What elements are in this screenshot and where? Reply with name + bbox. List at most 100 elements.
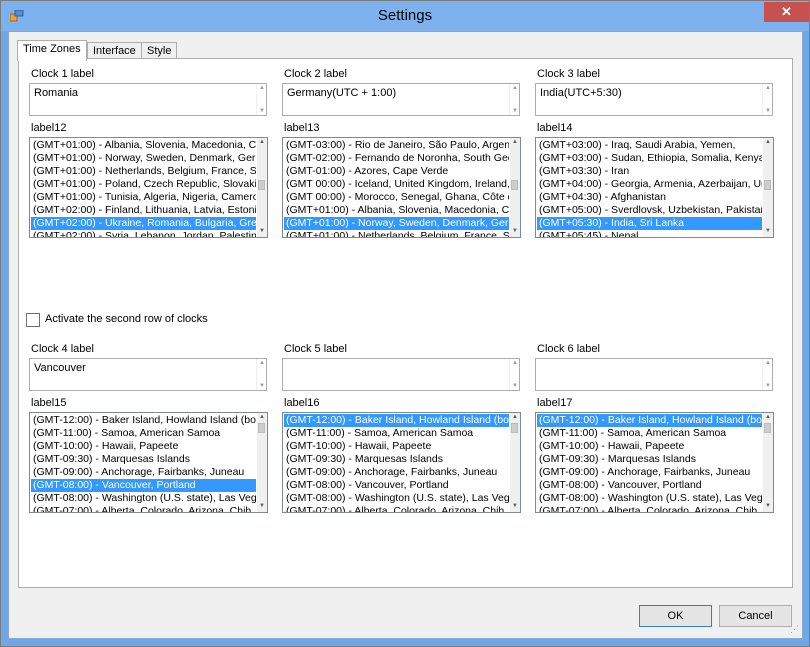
scroll-thumb[interactable]: [764, 180, 771, 190]
scroll-down-icon[interactable]: ▼: [512, 383, 518, 389]
timezone-list-item[interactable]: (GMT+03:00) - Iraq, Saudi Arabia, Yemen,: [537, 139, 762, 152]
timezone-list-item[interactable]: (GMT-10:00) - Hawaii, Papeete: [284, 440, 509, 453]
timezone-list-item[interactable]: (GMT-09:00) - Anchorage, Fairbanks, June…: [284, 466, 509, 479]
timezone-list-item[interactable]: (GMT+01:00) - Netherlands, Belgium, Fran…: [31, 165, 256, 178]
timezone-list-item[interactable]: (GMT+01:00) - Tunisia, Algeria, Nigeria,…: [31, 191, 256, 204]
textbox-scrollbar[interactable]: ▲ ▼: [509, 84, 519, 115]
title-bar[interactable]: Settings ✕: [1, 1, 809, 31]
clock-5-textbox[interactable]: ▲ ▼: [282, 358, 520, 391]
scroll-up-icon[interactable]: ▲: [511, 139, 519, 147]
scroll-down-icon[interactable]: ▼: [511, 228, 519, 236]
scroll-down-icon[interactable]: ▼: [511, 503, 519, 511]
scroll-down-icon[interactable]: ▼: [259, 383, 265, 389]
list-scrollbar[interactable]: ▲ ▼: [510, 413, 520, 512]
timezone-list-item[interactable]: (GMT+03:00) - Sudan, Ethiopia, Somalia, …: [537, 152, 762, 165]
timezone-list-item[interactable]: (GMT-09:30) - Marquesas Islands: [537, 453, 762, 466]
timezone-list-item[interactable]: (GMT-07:00) - Alberta, Colorado, Arizona…: [31, 505, 256, 512]
timezone-list-item[interactable]: (GMT-02:00) - Fernando de Noronha, South…: [284, 152, 509, 165]
timezone-list-item[interactable]: (GMT+01:00) - Albania, Slovenia, Macedon…: [284, 204, 509, 217]
timezone-list-item[interactable]: (GMT-07:00) - Alberta, Colorado, Arizona…: [537, 505, 762, 512]
timezone-list-item[interactable]: (GMT+05:30) - India, Sri Lanka: [537, 217, 762, 230]
timezone-list-item[interactable]: (GMT-08:00) - Vancouver, Portland: [537, 479, 762, 492]
textbox-scrollbar[interactable]: ▲ ▼: [256, 84, 266, 115]
timezone-list-item[interactable]: (GMT-03:00) - Rio de Janeiro, São Paulo,…: [284, 139, 509, 152]
clock-5-timezone-list[interactable]: (GMT-12:00) - Baker Island, Howland Isla…: [282, 412, 521, 513]
list-scrollbar[interactable]: ▲ ▼: [763, 413, 773, 512]
clock-4-timezone-list[interactable]: (GMT-12:00) - Baker Island, Howland Isla…: [29, 412, 268, 513]
timezone-list-item[interactable]: (GMT+05:45) - Nepal: [537, 230, 762, 237]
clock-3-textbox[interactable]: India(UTC+5:30) ▲ ▼: [535, 83, 773, 116]
clock-6-textbox[interactable]: ▲ ▼: [535, 358, 773, 391]
scroll-down-icon[interactable]: ▼: [764, 228, 772, 236]
timezone-list-item[interactable]: (GMT+02:00) - Syria, Lebanon, Jordan, Pa…: [31, 230, 256, 237]
timezone-list-item[interactable]: (GMT-08:00) - Vancouver, Portland: [31, 479, 256, 492]
scroll-up-icon[interactable]: ▲: [258, 414, 266, 422]
scroll-down-icon[interactable]: ▼: [258, 503, 266, 511]
second-row-checkbox[interactable]: [26, 313, 40, 327]
scroll-down-icon[interactable]: ▼: [764, 503, 772, 511]
textbox-scrollbar[interactable]: ▲ ▼: [509, 359, 519, 390]
timezone-list-item[interactable]: (GMT-09:00) - Anchorage, Fairbanks, June…: [537, 466, 762, 479]
scroll-up-icon[interactable]: ▲: [259, 85, 265, 91]
clock-1-timezone-list[interactable]: (GMT+01:00) - Albania, Slovenia, Macedon…: [29, 137, 268, 238]
scroll-thumb[interactable]: [258, 423, 265, 433]
clock-2-textbox[interactable]: Germany(UTC + 1:00) ▲ ▼: [282, 83, 520, 116]
timezone-list-item[interactable]: (GMT-11:00) - Samoa, American Samoa: [31, 427, 256, 440]
scroll-down-icon[interactable]: ▼: [765, 383, 771, 389]
timezone-list-item[interactable]: (GMT+05:00) - Sverdlovsk, Uzbekistan, Pa…: [537, 204, 762, 217]
scroll-down-icon[interactable]: ▼: [765, 108, 771, 114]
scroll-up-icon[interactable]: ▲: [512, 360, 518, 366]
tab-time-zones[interactable]: Time Zones: [17, 40, 87, 61]
scroll-down-icon[interactable]: ▼: [259, 108, 265, 114]
scroll-up-icon[interactable]: ▲: [511, 414, 519, 422]
textbox-scrollbar[interactable]: ▲ ▼: [256, 359, 266, 390]
timezone-list-item[interactable]: (GMT+02:00) - Ukraine, Romania, Bulgaria…: [31, 217, 256, 230]
scroll-up-icon[interactable]: ▲: [512, 85, 518, 91]
resize-grip-icon[interactable]: ⋰: [790, 624, 799, 635]
close-button[interactable]: ✕: [764, 2, 809, 22]
timezone-list-item[interactable]: (GMT-11:00) - Samoa, American Samoa: [537, 427, 762, 440]
timezone-list-item[interactable]: (GMT+03:30) - Iran: [537, 165, 762, 178]
timezone-list-item[interactable]: (GMT-09:30) - Marquesas Islands: [31, 453, 256, 466]
scroll-up-icon[interactable]: ▲: [259, 360, 265, 366]
timezone-list-item[interactable]: (GMT+04:00) - Georgia, Armenia, Azerbaij…: [537, 178, 762, 191]
timezone-list-item[interactable]: (GMT-12:00) - Baker Island, Howland Isla…: [31, 414, 256, 427]
timezone-list-item[interactable]: (GMT+01:00) - Norway, Sweden, Denmark, G…: [284, 217, 509, 230]
timezone-list-item[interactable]: (GMT-09:00) - Anchorage, Fairbanks, June…: [31, 466, 256, 479]
scroll-up-icon[interactable]: ▲: [764, 139, 772, 147]
list-scrollbar[interactable]: ▲ ▼: [257, 138, 267, 237]
scroll-up-icon[interactable]: ▲: [765, 360, 771, 366]
timezone-list-item[interactable]: (GMT+01:00) - Albania, Slovenia, Macedon…: [31, 139, 256, 152]
timezone-list-item[interactable]: (GMT-08:00) - Washington (U.S. state), L…: [284, 492, 509, 505]
timezone-list-item[interactable]: (GMT-10:00) - Hawaii, Papeete: [31, 440, 256, 453]
timezone-list-item[interactable]: (GMT-08:00) - Vancouver, Portland: [284, 479, 509, 492]
ok-button[interactable]: OK: [639, 605, 712, 627]
timezone-list-item[interactable]: (GMT+04:30) - Afghanistan: [537, 191, 762, 204]
timezone-list-item[interactable]: (GMT-08:00) - Washington (U.S. state), L…: [537, 492, 762, 505]
timezone-list-item[interactable]: (GMT 00:00) - Morocco, Senegal, Ghana, C…: [284, 191, 509, 204]
textbox-scrollbar[interactable]: ▲ ▼: [762, 84, 772, 115]
list-scrollbar[interactable]: ▲ ▼: [510, 138, 520, 237]
timezone-list-item[interactable]: (GMT-07:00) - Alberta, Colorado, Arizona…: [284, 505, 509, 512]
timezone-list-item[interactable]: (GMT-12:00) - Baker Island, Howland Isla…: [537, 414, 762, 427]
scroll-thumb[interactable]: [511, 180, 518, 190]
clock-6-timezone-list[interactable]: (GMT-12:00) - Baker Island, Howland Isla…: [535, 412, 774, 513]
timezone-list-item[interactable]: (GMT+02:00) - Finland, Lithuania, Latvia…: [31, 204, 256, 217]
clock-4-textbox[interactable]: Vancouver ▲ ▼: [29, 358, 267, 391]
clock-1-textbox[interactable]: Romania ▲ ▼: [29, 83, 267, 116]
scroll-up-icon[interactable]: ▲: [765, 85, 771, 91]
timezone-list-item[interactable]: (GMT+01:00) - Netherlands, Belgium, Fran…: [284, 230, 509, 237]
list-scrollbar[interactable]: ▲ ▼: [763, 138, 773, 237]
timezone-list-item[interactable]: (GMT-11:00) - Samoa, American Samoa: [284, 427, 509, 440]
timezone-list-item[interactable]: (GMT-01:00) - Azores, Cape Verde: [284, 165, 509, 178]
timezone-list-item[interactable]: (GMT+01:00) - Poland, Czech Republic, Sl…: [31, 178, 256, 191]
clock-2-timezone-list[interactable]: (GMT-03:00) - Rio de Janeiro, São Paulo,…: [282, 137, 521, 238]
list-scrollbar[interactable]: ▲ ▼: [257, 413, 267, 512]
scroll-up-icon[interactable]: ▲: [258, 139, 266, 147]
scroll-thumb[interactable]: [511, 423, 518, 433]
scroll-down-icon[interactable]: ▼: [512, 108, 518, 114]
timezone-list-item[interactable]: (GMT-12:00) - Baker Island, Howland Isla…: [284, 414, 509, 427]
timezone-list-item[interactable]: (GMT-09:30) - Marquesas Islands: [284, 453, 509, 466]
scroll-thumb[interactable]: [764, 423, 771, 433]
timezone-list-item[interactable]: (GMT+01:00) - Norway, Sweden, Denmark, G…: [31, 152, 256, 165]
